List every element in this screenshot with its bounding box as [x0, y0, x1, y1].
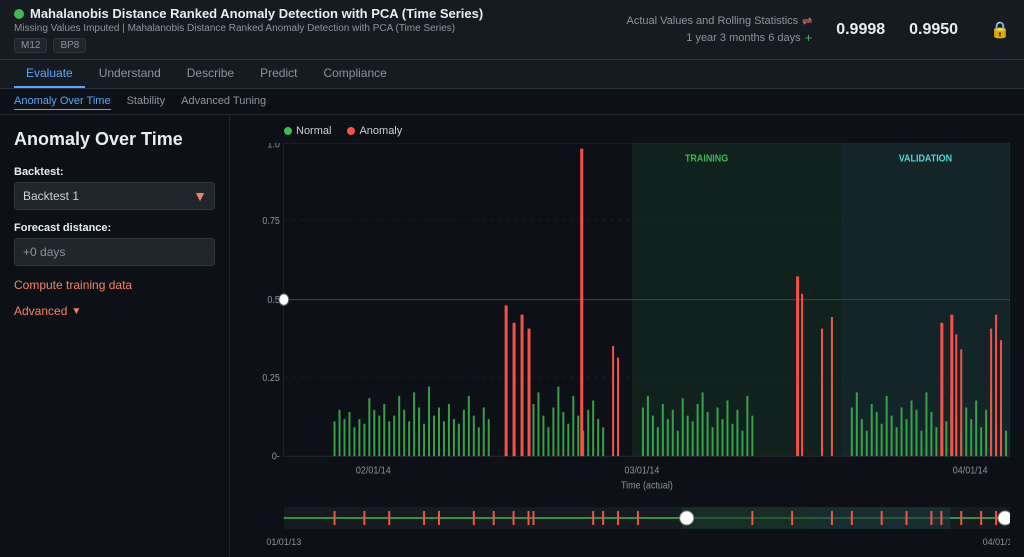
y-label-5: 0- [272, 451, 280, 463]
legend-dot-anomaly [347, 127, 355, 135]
main-chart-svg: TRAINING VALIDATION 1.0 0.75 0.5 0.25 0- [244, 143, 1010, 491]
header-left: Mahalanobis Distance Ranked Anomaly Dete… [14, 6, 483, 53]
forecast-label: Forecast distance: [14, 222, 215, 234]
training-label: TRAINING [685, 153, 728, 165]
validation-label: VALIDATION [899, 153, 952, 165]
main-content: Anomaly Over Time Backtest: Backtest 1 ▼… [0, 115, 1024, 557]
tab-understand[interactable]: Understand [87, 60, 173, 88]
main-chart-container: TRAINING VALIDATION 1.0 0.75 0.5 0.25 0- [244, 143, 1010, 491]
y-label-1: 1.0 [267, 143, 280, 151]
left-handle [279, 294, 289, 306]
tab-evaluate[interactable]: Evaluate [14, 60, 85, 88]
tab-predict[interactable]: Predict [248, 60, 309, 88]
x-axis-label: Time (actual) [621, 480, 673, 491]
header: Mahalanobis Distance Ranked Anomaly Dete… [0, 0, 1024, 60]
sub-tab-advanced[interactable]: Advanced Tuning [181, 93, 266, 110]
legend-anomaly-label: Anomaly [359, 125, 402, 137]
x-label-2: 03/01/14 [625, 465, 660, 477]
advanced-toggle[interactable]: Advanced ▼ [14, 304, 215, 318]
x-label-3: 04/01/14 [953, 465, 988, 477]
compute-training-link[interactable]: Compute training data [14, 278, 215, 292]
forecast-section: Forecast distance: [14, 222, 215, 266]
sub-tab-anomaly[interactable]: Anomaly Over Time [14, 93, 111, 110]
lock-icon: 🔒 [990, 20, 1010, 40]
header-subtitle: Missing Values Imputed | Mahalanobis Dis… [14, 23, 483, 34]
rolling-stats-icon: ⇌ [802, 14, 812, 28]
chevron-down-icon: ▼ [71, 306, 81, 317]
legend-anomaly: Anomaly [347, 125, 402, 137]
chart-area: Normal Anomaly TRAINING VALIDATION [230, 115, 1024, 557]
title-text: Mahalanobis Distance Ranked Anomaly Dete… [30, 6, 483, 21]
left-panel: Anomaly Over Time Backtest: Backtest 1 ▼… [0, 115, 230, 557]
timeline-right-handle [998, 511, 1010, 525]
header-right: Actual Values and Rolling Statistics ⇌ 1… [627, 14, 1010, 45]
timeline-container: 01/01/13 04/01/14 [244, 499, 1010, 547]
page-title: Anomaly Over Time [14, 129, 215, 150]
legend-dot-normal [284, 127, 292, 135]
timeline-left-handle [680, 511, 694, 525]
x-label-1: 02/01/14 [356, 465, 391, 477]
timeline-svg: 01/01/13 04/01/14 [244, 499, 1010, 547]
metric-1: 0.9998 [836, 21, 885, 39]
badge-bp8: BP8 [53, 38, 86, 53]
tab-describe[interactable]: Describe [175, 60, 246, 88]
backtest-select[interactable]: Backtest 1 [14, 182, 215, 210]
legend-normal: Normal [284, 125, 331, 137]
stats-duration: 1 year 3 months 6 days [686, 32, 800, 44]
backtest-select-wrapper: Backtest 1 ▼ [14, 182, 215, 210]
backtest-label: Backtest: [14, 166, 215, 178]
y-label-2: 0.75 [262, 216, 279, 228]
forecast-input[interactable] [14, 238, 215, 266]
timeline-start-label: 01/01/13 [266, 537, 301, 547]
plus-icon: + [805, 30, 813, 45]
stats-label: Actual Values and Rolling Statistics [627, 15, 799, 27]
status-dot [14, 9, 24, 19]
stats-row-2: 1 year 3 months 6 days + [686, 30, 812, 45]
backtest-section: Backtest: Backtest 1 ▼ [14, 166, 215, 210]
badge-m12: M12 [14, 38, 47, 53]
legend-normal-label: Normal [296, 125, 331, 137]
stats-row-1: Actual Values and Rolling Statistics ⇌ [627, 14, 813, 28]
sub-tabs: Anomaly Over Time Stability Advanced Tun… [0, 89, 1024, 115]
tab-compliance[interactable]: Compliance [311, 60, 398, 88]
timeline-end-label: 04/01/14 [983, 537, 1010, 547]
advanced-label: Advanced [14, 304, 67, 318]
metric-2: 0.9950 [909, 21, 958, 39]
legend: Normal Anomaly [244, 125, 1010, 137]
header-stats: Actual Values and Rolling Statistics ⇌ 1… [627, 14, 813, 45]
y-label-3: 0.5 [267, 294, 279, 306]
header-title: Mahalanobis Distance Ranked Anomaly Dete… [14, 6, 483, 21]
y-label-4: 0.25 [262, 372, 279, 384]
sub-tab-stability[interactable]: Stability [127, 93, 166, 110]
header-badges: M12 BP8 [14, 38, 483, 53]
nav-tabs: Evaluate Understand Describe Predict Com… [0, 60, 1024, 89]
